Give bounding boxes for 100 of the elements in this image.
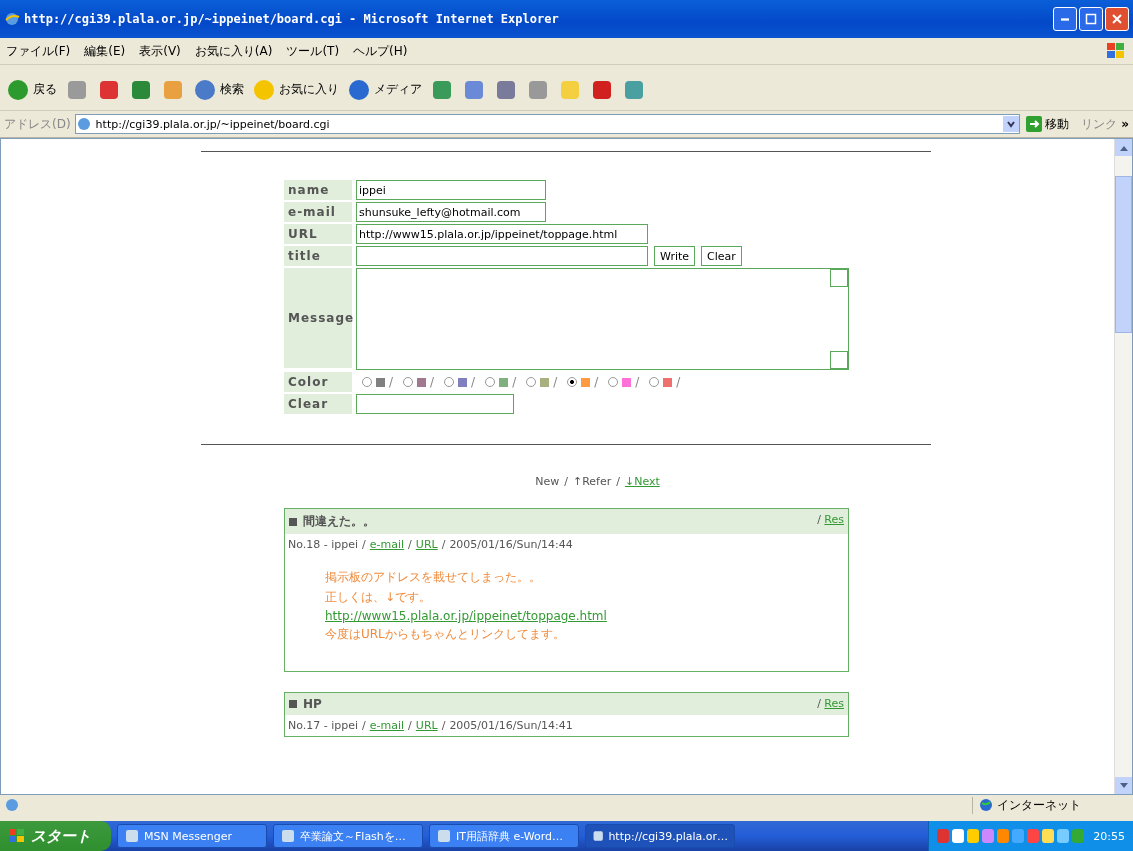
- field-label: URL: [284, 224, 352, 244]
- maximize-icon: [1085, 13, 1097, 25]
- email-link[interactable]: e-mail: [369, 538, 405, 551]
- toolbar-button[interactable]: メディア: [347, 77, 422, 102]
- scroll-thumb[interactable]: [1115, 176, 1132, 333]
- nav-text: ↑Refer: [572, 475, 612, 488]
- page-icon: [4, 797, 20, 813]
- clock: 20:55: [1093, 829, 1125, 843]
- field-label: Clear: [284, 394, 352, 414]
- taskbar-button[interactable]: 卒業論文～Flashを…: [273, 824, 423, 848]
- minimize-button[interactable]: [1053, 7, 1077, 31]
- post-number: No.18 - ippei: [288, 538, 359, 551]
- browser-icon: [4, 11, 20, 27]
- separator: /: [389, 375, 394, 389]
- text-field[interactable]: [356, 246, 648, 266]
- message-line: 掲示板のアドレスを載せてしまった。。: [325, 569, 542, 586]
- toolbar-button[interactable]: お気に入り: [252, 77, 339, 102]
- close-button[interactable]: [1105, 7, 1129, 31]
- address-field[interactable]: http://cgi39.plala.or.jp/~ippeinet/board.cgi: [74, 114, 1021, 134]
- post-date: 2005/01/16/Sun/14:44: [449, 538, 573, 551]
- separator: /: [430, 375, 435, 389]
- field-label: Message: [284, 268, 352, 368]
- separator: /: [553, 375, 558, 389]
- windows-logo-icon: [1105, 42, 1127, 60]
- separator: /: [441, 719, 446, 732]
- radio-button[interactable]: [649, 377, 660, 387]
- circle-icon: [6, 77, 30, 102]
- menu-item[interactable]: お気に入り(A): [194, 42, 273, 60]
- radio-button[interactable]: [608, 377, 619, 387]
- radio-button[interactable]: [485, 377, 496, 387]
- form-button[interactable]: Write: [654, 246, 696, 266]
- toolbar-button[interactable]: 検索: [193, 77, 244, 102]
- down-arrow-icon: [1119, 782, 1128, 789]
- more-chevron[interactable]: »: [1121, 117, 1129, 131]
- post-title: HP: [289, 697, 322, 711]
- post-date: 2005/01/16/Sun/14:41: [449, 719, 573, 732]
- radio-button[interactable]: [567, 377, 578, 387]
- maximize-button[interactable]: [1079, 7, 1103, 31]
- taskbar-button[interactable]: http://cgi39.plala.or…: [585, 824, 735, 848]
- field-label: title: [284, 246, 352, 266]
- scroll-up-button[interactable]: [1115, 139, 1132, 156]
- scroll-down-button[interactable]: [1115, 777, 1132, 794]
- circle-icon: [193, 77, 217, 102]
- close-icon: [1111, 13, 1123, 25]
- text-field[interactable]: [356, 394, 514, 414]
- separator: /: [817, 513, 821, 526]
- separator: /: [635, 375, 640, 389]
- window-icon: [280, 828, 296, 844]
- separator: /: [441, 538, 446, 551]
- separator: /: [512, 375, 517, 389]
- taskbar-button[interactable]: MSN Messenger: [117, 824, 267, 848]
- body-link[interactable]: http://www15.plala.or.jp/ippeinet/toppage.html: [325, 609, 848, 623]
- radio-button[interactable]: [526, 377, 537, 387]
- separator: /: [594, 375, 599, 389]
- form-button[interactable]: Clear: [701, 246, 742, 266]
- zone-label: インターネット: [972, 796, 1129, 814]
- email-link[interactable]: e-mail: [369, 719, 405, 732]
- text-field[interactable]: http://www15.plala.or.jp/ippeinet/toppage.html: [356, 224, 648, 244]
- window-icon: [124, 828, 140, 844]
- toolbar-button[interactable]: 戻る: [6, 77, 57, 102]
- circle-icon: [252, 77, 276, 102]
- menu-item[interactable]: ヘルプ(H): [353, 42, 408, 60]
- menu-item[interactable]: ファイル(F): [6, 42, 71, 60]
- radio-button[interactable]: [444, 377, 455, 387]
- menu-item[interactable]: 編集(E): [84, 42, 126, 60]
- field-label: Color: [284, 372, 352, 392]
- message-field[interactable]: [356, 268, 849, 370]
- separator: /: [362, 719, 366, 732]
- separator: /: [676, 375, 681, 389]
- post-title: 間違えた。。: [289, 513, 375, 530]
- separator: /: [817, 697, 821, 710]
- dropdown-button[interactable]: [1003, 116, 1020, 132]
- caret-icon: [1006, 119, 1017, 129]
- radio-button[interactable]: [403, 377, 414, 387]
- taskbar-button[interactable]: IT用語辞典 e-Word…: [429, 824, 579, 848]
- next-link[interactable]: ↓Next: [624, 475, 660, 488]
- text-field[interactable]: ippei: [356, 180, 546, 200]
- separator: /: [564, 475, 568, 488]
- separator: /: [471, 375, 476, 389]
- address-label: アドレス(D): [4, 115, 71, 133]
- message-line: 正しくは、↓です。: [325, 589, 433, 606]
- separator: /: [408, 719, 412, 732]
- url-link[interactable]: URL: [415, 538, 438, 551]
- field-label: e-mail: [284, 202, 352, 222]
- nav-text: New: [535, 475, 560, 488]
- window-title: http://cgi39.plala.or.jp/~ippeinet/board.cgi - Microsoft Internet Explorer: [24, 12, 559, 26]
- message-line: 今度はURLからもちゃんとリンクしてます。: [325, 626, 566, 643]
- url-link[interactable]: URL: [415, 719, 438, 732]
- separator: /: [408, 538, 412, 551]
- window-icon: [436, 828, 452, 844]
- radio-button[interactable]: [362, 377, 372, 387]
- globe-icon: [979, 798, 993, 812]
- menu-item[interactable]: ツール(T): [286, 42, 340, 60]
- start-button[interactable]: スタート: [0, 821, 111, 851]
- page-icon: [75, 116, 92, 132]
- go-button[interactable]: 移動: [1024, 115, 1072, 133]
- windows-logo-icon: [8, 828, 26, 844]
- post-number: No.17 - ippei: [288, 719, 359, 732]
- text-field[interactable]: shunsuke_lefty@hotmail.com: [356, 202, 546, 222]
- menu-item[interactable]: 表示(V): [139, 42, 181, 60]
